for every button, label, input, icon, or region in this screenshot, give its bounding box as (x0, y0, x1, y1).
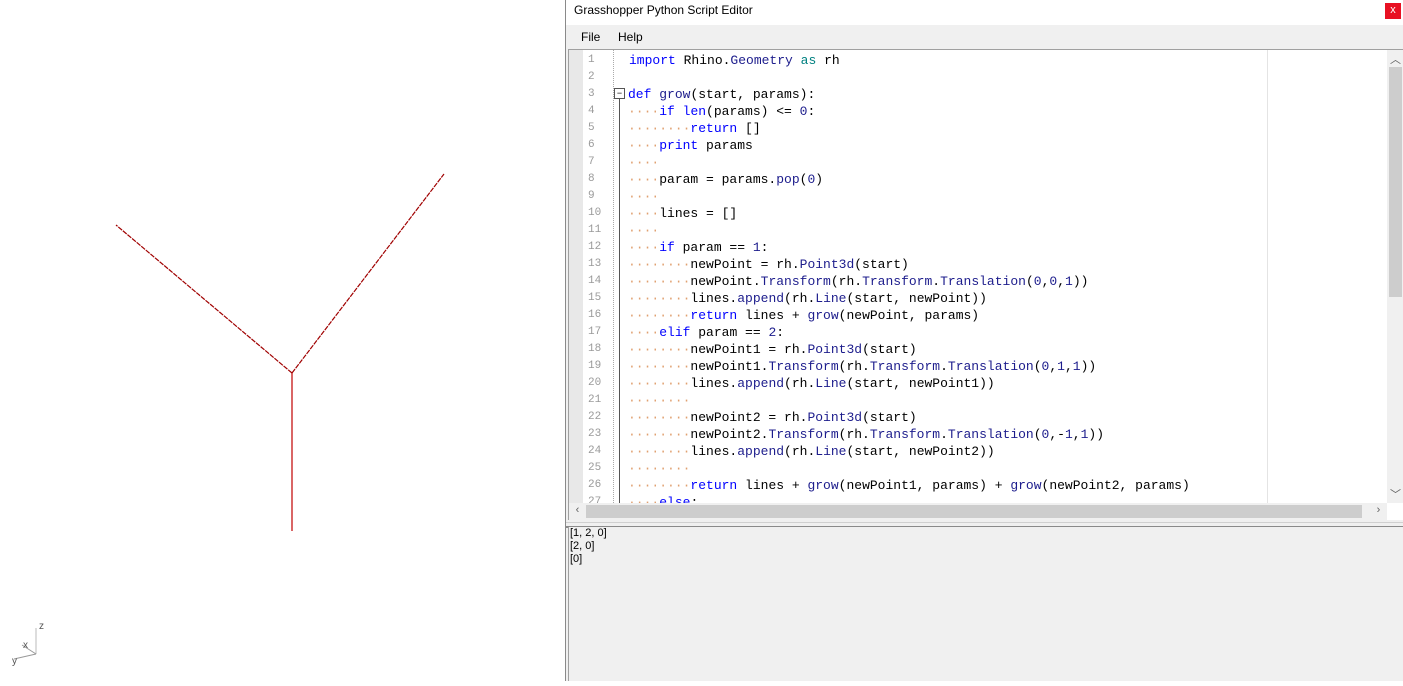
line-number: 10 (588, 207, 602, 219)
code-line[interactable]: ····print params (628, 137, 753, 154)
code-line[interactable]: ····if len(params) <= 0: (628, 103, 815, 120)
fold-line (619, 99, 620, 503)
menu-file[interactable]: File (581, 30, 600, 44)
code-line[interactable]: ········newPoint.Transform(rh.Transform.… (628, 273, 1088, 290)
gutter-bar (569, 50, 583, 503)
code-line[interactable]: ········return lines + grow(newPoint1, p… (628, 477, 1190, 494)
tree-geometry (115, 173, 445, 531)
axis-widget: z x y (12, 621, 44, 667)
scroll-right-icon[interactable]: › (1370, 504, 1387, 516)
code-line[interactable]: ········newPoint2 = rh.Point3d(start) (628, 409, 917, 426)
viewport-canvas: z x y (12, 173, 445, 667)
right-margin-line (1267, 50, 1268, 503)
code-line[interactable]: ········ (628, 392, 690, 409)
code-line[interactable]: ········newPoint = rh.Point3d(start) (628, 256, 909, 273)
code-line[interactable]: ········lines.append(rh.Line(start, newP… (628, 290, 987, 307)
axis-x-label: x (23, 640, 28, 651)
line-number: 4 (588, 105, 595, 117)
right-branch-line (291, 173, 445, 374)
code-line[interactable]: ····lines = [] (628, 205, 737, 222)
window-title: Grasshopper Python Script Editor (574, 3, 753, 17)
line-number: 23 (588, 428, 602, 440)
code-line[interactable]: ········newPoint1.Transform(rh.Transform… (628, 358, 1096, 375)
line-number: 18 (588, 343, 602, 355)
code-line[interactable]: ········ (628, 460, 690, 477)
line-number: 20 (588, 377, 602, 389)
output-line: [1, 2, 0] (570, 527, 607, 539)
line-number: 6 (588, 139, 595, 151)
axis-z-label: z (39, 621, 44, 632)
title-bar[interactable]: Grasshopper Python Script Editor x (566, 0, 1403, 25)
line-number: 26 (588, 479, 602, 491)
line-number: 5 (588, 122, 595, 134)
horizontal-scrollbar[interactable]: ‹ › (569, 503, 1387, 520)
line-number: 15 (588, 292, 602, 304)
line-number: 13 (588, 258, 602, 270)
script-editor-window: Grasshopper Python Script Editor x File … (566, 0, 1403, 681)
code-line[interactable]: def grow(start, params): (628, 86, 815, 103)
code-line[interactable]: ········newPoint1 = rh.Point3d(start) (628, 341, 917, 358)
menu-bar: File Help (566, 25, 1403, 49)
line-number: 25 (588, 462, 602, 474)
line-number: 24 (588, 445, 602, 457)
code-line[interactable]: ···· (628, 154, 659, 171)
close-button[interactable]: x (1385, 3, 1401, 19)
code-line[interactable]: import Rhino.Geometry as rh (629, 52, 840, 69)
scroll-up-icon[interactable]: ︿ (1387, 51, 1403, 67)
code-line[interactable]: ········newPoint2.Transform(rh.Transform… (628, 426, 1104, 443)
code-line[interactable]: ···· (628, 188, 659, 205)
code-line[interactable]: ········lines.append(rh.Line(start, newP… (628, 375, 995, 392)
axis-y-label: y (12, 656, 17, 667)
line-number: 2 (588, 71, 595, 83)
scroll-left-icon[interactable]: ‹ (569, 504, 586, 516)
line-numbers: 1 2 3 4 5 6 7 8 9 10 11 12 13 14 15 16 17 18 19 20 21 22 23 24 2… (583, 50, 614, 508)
code-line[interactable]: ···· (628, 222, 659, 239)
line-number: 8 (588, 173, 595, 185)
code-line[interactable]: ········lines.append(rh.Line(start, newP… (628, 443, 995, 460)
output-line: [2, 0] (570, 540, 595, 552)
line-number: 19 (588, 360, 602, 372)
line-number: 9 (588, 190, 595, 202)
code-line[interactable]: ····if param == 1: (628, 239, 768, 256)
vertical-scrollbar[interactable]: ︿ ﹀ (1387, 50, 1403, 503)
line-number: 21 (588, 394, 602, 406)
output-line: [0] (570, 553, 583, 565)
code-line[interactable]: ········return [] (628, 120, 761, 137)
line-number: 17 (588, 326, 602, 338)
scroll-down-icon[interactable]: ﹀ (1387, 486, 1403, 502)
rhino-viewport[interactable]: z x y (0, 0, 565, 681)
line-number: 12 (588, 241, 602, 253)
code-line[interactable]: ····elif param == 2: (628, 324, 784, 341)
line-number: 16 (588, 309, 602, 321)
vertical-scroll-thumb[interactable] (1389, 67, 1402, 297)
output-panel: [1, 2, 0] [2, 0] [0] (568, 527, 1403, 681)
line-number: 22 (588, 411, 602, 423)
left-branch-line (115, 224, 293, 374)
code-line[interactable]: ········return lines + grow(newPoint, pa… (628, 307, 979, 324)
code-line[interactable]: ····param = params.pop(0) (628, 171, 823, 188)
line-number: 1 (588, 54, 595, 66)
line-number: 11 (588, 224, 602, 236)
fold-collapse-icon[interactable]: − (614, 88, 625, 99)
code-editor[interactable]: 1 2 3 4 5 6 7 8 9 10 11 12 13 14 15 16 17 18 19 20 21 22 23 24 2… (568, 49, 1403, 520)
line-number: 14 (588, 275, 602, 287)
menu-help[interactable]: Help (618, 30, 643, 44)
horizontal-scroll-thumb[interactable] (586, 505, 1362, 518)
line-number: 7 (588, 156, 595, 168)
line-number: 3 (588, 88, 595, 100)
